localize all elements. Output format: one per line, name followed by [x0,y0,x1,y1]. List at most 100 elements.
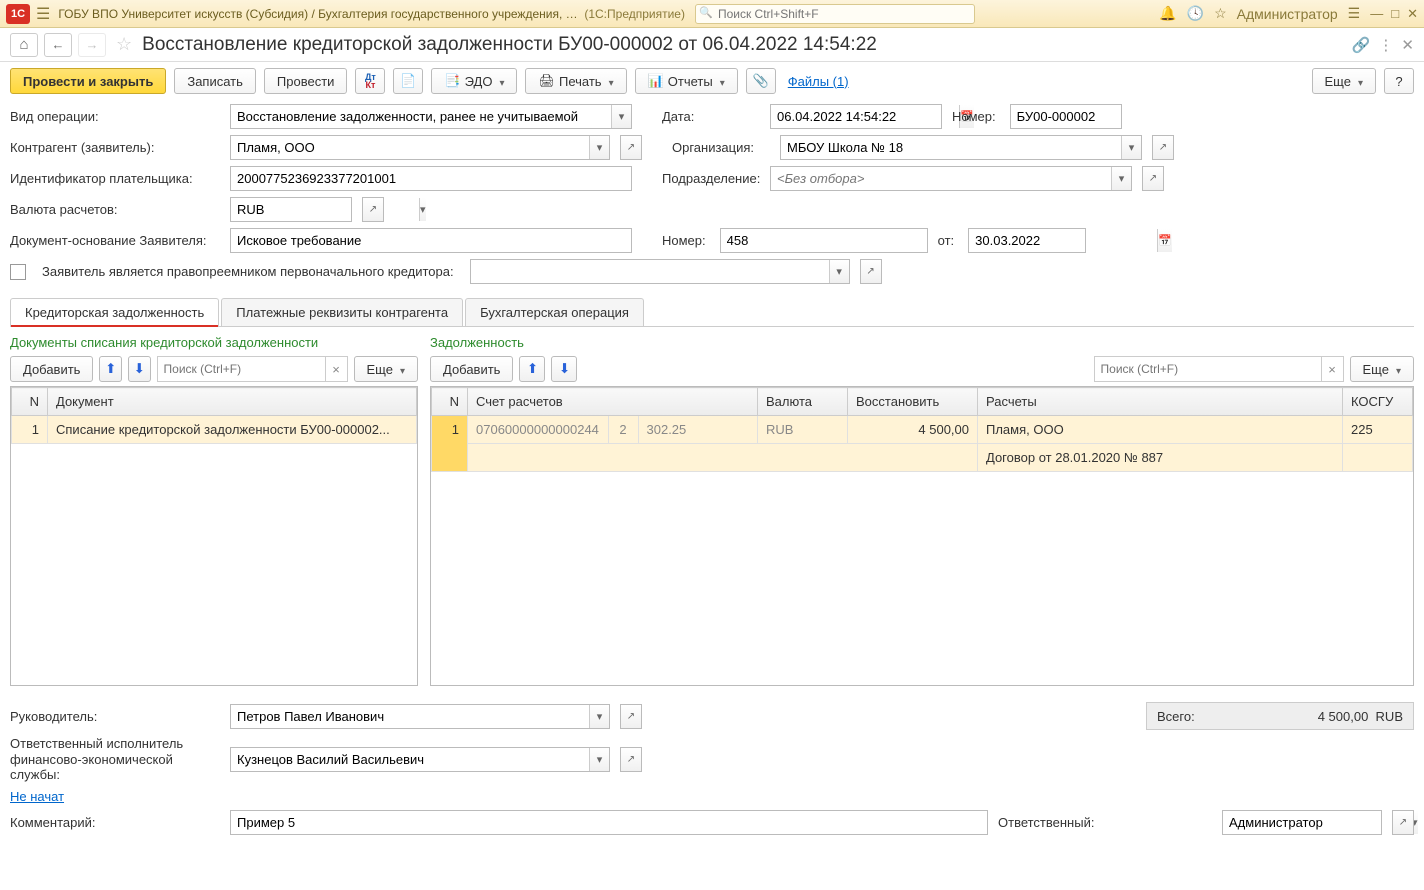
op-type-input[interactable] [231,105,611,128]
dropdown-icon[interactable] [1121,136,1141,159]
number-input[interactable] [1011,105,1121,128]
post-button[interactable]: Провести [264,68,348,94]
comment-field[interactable] [230,810,988,835]
table-row-sub[interactable]: Договор от 28.01.2020 № 887 [432,444,1413,472]
edo-button[interactable]: 📑 ЭДО [431,68,517,94]
table-row[interactable]: 1 Списание кредиторской задолженности БУ… [12,416,417,444]
date-input[interactable] [771,105,959,128]
date-field[interactable] [770,104,942,129]
maximize-button[interactable]: □ [1391,6,1399,22]
basis-num-field[interactable] [720,228,928,253]
comment-input[interactable] [231,811,987,834]
debt-search-input[interactable] [1095,357,1321,381]
history-icon[interactable]: 🕓 [1187,5,1204,22]
op-type-field[interactable] [230,104,632,129]
calendar-icon[interactable] [1157,229,1172,252]
division-field[interactable] [770,166,1132,191]
col-doc[interactable]: Документ [48,388,417,416]
tab-credit[interactable]: Кредиторская задолженность [10,298,219,326]
favorite-star-icon[interactable]: ☆ [116,34,132,55]
link-icon[interactable]: 🔗 [1352,36,1371,54]
document-icon-button[interactable]: 📄 [393,68,423,94]
add-button[interactable]: Добавить [10,356,93,382]
reports-button[interactable]: 📊 Отчеты [635,68,738,94]
clear-icon[interactable]: × [325,357,347,381]
number-field[interactable] [1010,104,1122,129]
col-n[interactable]: N [432,388,468,416]
writeoff-grid[interactable]: N Документ 1 Списание кредиторской задол… [10,386,418,686]
clear-icon[interactable]: × [1321,357,1343,381]
global-search-input[interactable] [695,4,975,24]
division-open[interactable] [1142,166,1164,191]
close-button[interactable]: ✕ [1407,6,1418,22]
successor-input[interactable] [471,260,829,283]
successor-field[interactable] [470,259,850,284]
more-button[interactable]: Еще [1312,68,1376,94]
responsible-open[interactable] [1392,810,1414,835]
counterparty-open[interactable] [620,135,642,160]
files-link[interactable]: Файлы (1) [788,74,849,89]
settings-icon[interactable]: ☰ [1348,5,1361,22]
star-icon[interactable]: ☆ [1214,5,1227,22]
add-button[interactable]: Добавить [430,356,513,382]
payer-id-input[interactable] [231,167,631,190]
payer-id-field[interactable] [230,166,632,191]
currency-input[interactable] [231,198,419,221]
more-button[interactable]: Еще [1350,356,1414,382]
col-n[interactable]: N [12,388,48,416]
successor-open[interactable] [860,259,882,284]
main-menu-icon[interactable]: ☰ [36,4,50,24]
not-started-link[interactable]: Не начат [10,789,64,804]
dropdown-icon[interactable] [829,260,849,283]
basis-date-input[interactable] [969,229,1157,252]
dropdown-icon[interactable] [611,105,631,128]
dropdown-icon[interactable] [419,198,426,221]
org-field[interactable] [780,135,1142,160]
user-label[interactable]: Администратор [1237,6,1338,22]
more-button[interactable]: Еще [354,356,418,382]
basis-date-field[interactable] [968,228,1086,253]
org-input[interactable] [781,136,1121,159]
move-up-button[interactable]: ⬆ [519,356,545,382]
move-down-button[interactable]: ⬇ [128,356,151,382]
move-up-button[interactable]: ⬆ [99,356,122,382]
exec-open[interactable] [620,747,642,772]
head-input[interactable] [231,705,589,728]
counterparty-field[interactable] [230,135,610,160]
writeoff-search-input[interactable] [158,357,325,381]
save-button[interactable]: Записать [174,68,256,94]
close-page-button[interactable]: ✕ [1401,36,1414,54]
currency-field[interactable] [230,197,352,222]
tab-requisites[interactable]: Платежные реквизиты контрагента [221,298,463,326]
division-input[interactable] [771,167,1111,190]
attach-button[interactable]: 📎 [746,68,776,94]
responsible-field[interactable] [1222,810,1382,835]
home-button[interactable] [10,33,38,57]
basis-input[interactable] [231,229,631,252]
bell-icon[interactable]: 🔔 [1159,5,1176,22]
responsible-input[interactable] [1223,811,1411,834]
col-restore[interactable]: Восстановить [848,388,978,416]
head-field[interactable] [230,704,610,729]
col-settlements[interactable]: Расчеты [978,388,1343,416]
dropdown-icon[interactable] [1111,167,1131,190]
debt-search[interactable]: × [1094,356,1344,382]
table-row[interactable]: 1 07060000000000244 2 302.25 RUB 4 500,0… [432,416,1413,444]
successor-checkbox[interactable] [10,264,26,280]
basis-field[interactable] [230,228,632,253]
basis-num-input[interactable] [721,229,927,252]
head-open[interactable] [620,704,642,729]
tab-accounting[interactable]: Бухгалтерская операция [465,298,644,326]
col-account[interactable]: Счет расчетов [468,388,758,416]
dtkt-button[interactable]: ДтКт [355,68,385,94]
dropdown-icon[interactable] [589,748,609,771]
post-and-close-button[interactable]: Провести и закрыть [10,68,166,94]
exec-input[interactable] [231,748,589,771]
print-button[interactable]: 🖨 Печать [525,68,626,94]
org-open[interactable] [1152,135,1174,160]
minimize-button[interactable]: — [1370,6,1383,22]
counterparty-input[interactable] [231,136,589,159]
help-button[interactable]: ? [1384,68,1414,94]
col-currency[interactable]: Валюта [758,388,848,416]
move-down-button[interactable]: ⬇ [551,356,577,382]
